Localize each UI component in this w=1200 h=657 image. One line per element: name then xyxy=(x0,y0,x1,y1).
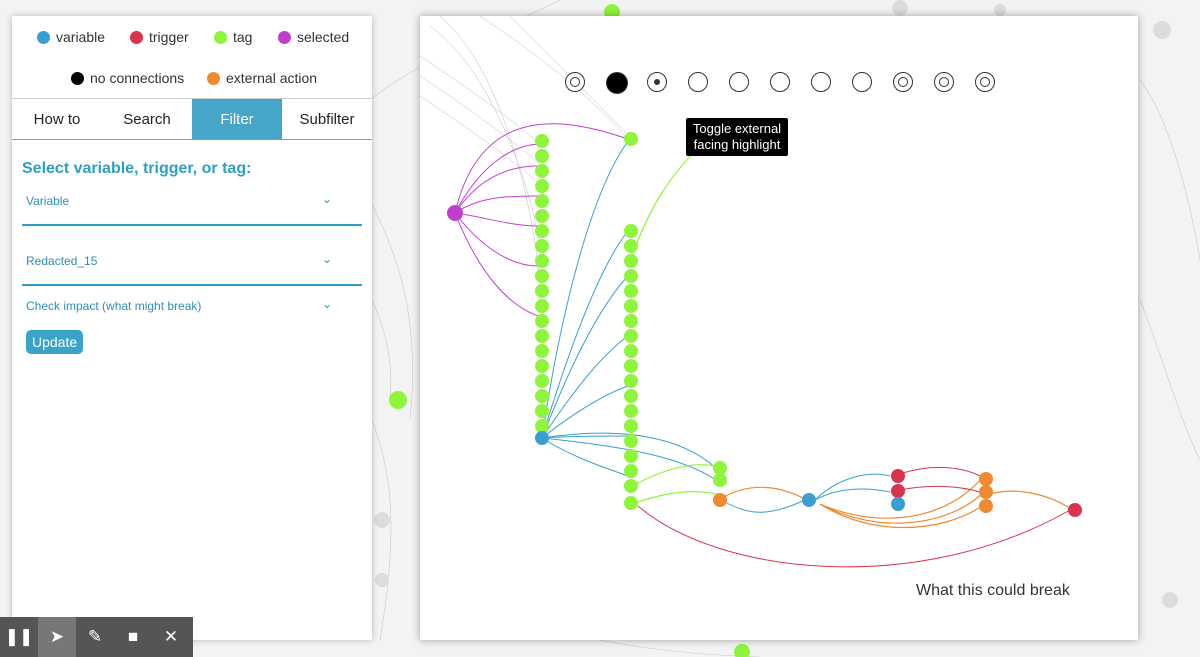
legend-item-no-connections: no connections xyxy=(71,70,184,86)
tab-how-to[interactable]: How to xyxy=(12,99,102,139)
legend-item-external-action: external action xyxy=(207,70,317,86)
selected-node[interactable] xyxy=(447,205,463,221)
tag-dot-icon xyxy=(214,30,227,44)
gauge-icon[interactable] xyxy=(729,72,749,92)
sun-icon[interactable] xyxy=(893,72,913,92)
legend-label: external action xyxy=(226,70,318,86)
external-action-dot-icon xyxy=(207,71,220,85)
zoom-out-icon[interactable] xyxy=(975,72,995,92)
tag-column-right xyxy=(624,224,638,510)
legend-label: tag xyxy=(233,29,253,45)
item-select-value: Redacted_15 xyxy=(26,254,98,268)
update-button[interactable]: Update xyxy=(26,330,84,354)
external-action-node[interactable] xyxy=(979,485,993,499)
center-icon[interactable] xyxy=(565,72,585,92)
variable-node[interactable] xyxy=(891,497,905,511)
pen-icon[interactable]: ✎ xyxy=(76,617,114,657)
variable-node[interactable] xyxy=(802,493,816,507)
legend: variable trigger tag selected no connect… xyxy=(12,16,372,98)
tag-node[interactable] xyxy=(713,461,727,475)
target-icon[interactable] xyxy=(647,72,667,92)
trigger-dot-icon xyxy=(130,30,143,44)
legend-item-selected: selected xyxy=(278,29,349,45)
selected-dot-icon xyxy=(278,30,291,44)
variable-node[interactable] xyxy=(535,431,549,445)
control-panel: variable trigger tag selected no connect… xyxy=(12,16,372,640)
tag-node[interactable] xyxy=(713,473,727,487)
mode-select-value: Check impact (what might break) xyxy=(26,299,202,313)
graph-panel: Toggle external facing highlight What th… xyxy=(420,16,1138,640)
sparkle-icon[interactable] xyxy=(770,72,790,92)
graph-caption: What this could break xyxy=(916,582,1070,599)
wind-icon[interactable] xyxy=(688,72,708,92)
type-select[interactable]: Variable ⌄ xyxy=(22,192,362,226)
external-action-node[interactable] xyxy=(713,493,727,507)
external-action-node[interactable] xyxy=(979,499,993,513)
legend-item-trigger: trigger xyxy=(130,29,189,45)
no-connections-icon[interactable] xyxy=(606,72,628,94)
tab-bar: How to Search Filter Subfilter xyxy=(12,98,372,140)
trigger-node[interactable] xyxy=(891,484,905,498)
legend-item-variable: variable xyxy=(37,29,105,45)
type-select-value: Variable xyxy=(26,194,70,208)
wave-icon[interactable] xyxy=(811,72,831,92)
legend-label: variable xyxy=(56,29,106,45)
no-connections-dot-icon xyxy=(71,71,84,85)
filter-title: Select variable, trigger, or tag: xyxy=(22,160,252,177)
legend-label: trigger xyxy=(149,29,189,45)
close-icon[interactable]: ✕ xyxy=(152,617,190,657)
chevron-down-icon: ⌄ xyxy=(321,252,332,266)
zoom-in-icon[interactable] xyxy=(934,72,954,92)
pointer-icon[interactable]: ➤ xyxy=(38,617,76,657)
legend-label: no connections xyxy=(90,70,185,86)
mode-select[interactable]: Check impact (what might break) ⌄ xyxy=(22,297,362,329)
tab-filter[interactable]: Filter xyxy=(192,99,282,139)
tab-subfilter[interactable]: Subfilter xyxy=(282,99,372,139)
pause-icon[interactable]: ❚❚ xyxy=(0,617,38,657)
legend-item-tag: tag xyxy=(214,29,252,45)
trigger-node[interactable] xyxy=(1068,503,1082,517)
cluster-icon[interactable] xyxy=(852,72,872,92)
tooltip: Toggle external facing highlight xyxy=(686,118,788,156)
tag-column-left xyxy=(535,134,549,433)
annotation-toolbar: ❚❚ ➤ ✎ ■ ✕ xyxy=(0,617,193,657)
grey-edges xyxy=(420,16,628,317)
eraser-icon[interactable]: ■ xyxy=(114,617,152,657)
external-action-node[interactable] xyxy=(979,472,993,486)
network-graph[interactable] xyxy=(420,16,1138,640)
chevron-down-icon: ⌄ xyxy=(321,297,332,311)
tab-search[interactable]: Search xyxy=(102,99,192,139)
chevron-down-icon: ⌄ xyxy=(321,192,332,206)
variable-dot-icon xyxy=(37,30,50,44)
trigger-node[interactable] xyxy=(891,469,905,483)
tag-edges xyxy=(631,145,717,505)
item-select[interactable]: Redacted_15 ⌄ xyxy=(22,252,362,286)
legend-label: selected xyxy=(297,29,350,45)
tag-node[interactable] xyxy=(624,132,638,146)
